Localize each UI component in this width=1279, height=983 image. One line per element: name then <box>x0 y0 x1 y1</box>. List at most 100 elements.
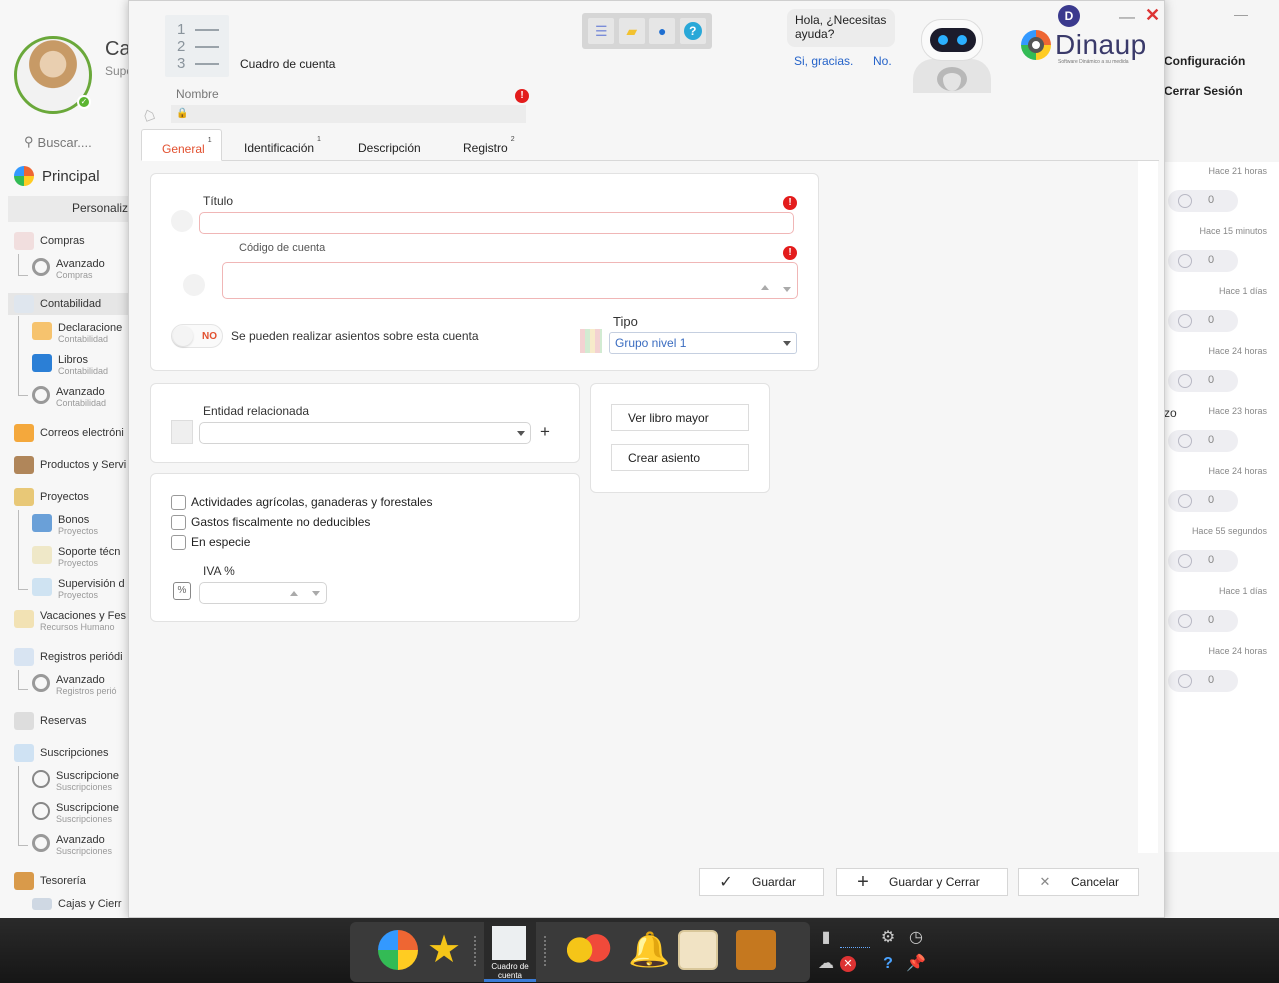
nombre-field[interactable]: 🔒 <box>171 105 526 123</box>
bell-icon[interactable]: 🔔 <box>628 930 670 970</box>
spin-down-icon[interactable] <box>783 287 791 292</box>
sidebar-item-proyectos[interactable]: Proyectos <box>14 488 89 506</box>
sidebar-sub-avanzado-registros[interactable]: Avanzado Registros perió <box>32 674 117 696</box>
sidebar-sub-suscripciones-1[interactable]: Suscripcione Suscripciones <box>32 770 119 792</box>
crear-asiento-button[interactable]: Crear asiento <box>611 444 749 471</box>
spin-up-icon[interactable] <box>290 591 298 596</box>
spin-up-icon[interactable] <box>761 285 769 290</box>
sidebar-item-reservas[interactable]: Reservas <box>14 712 86 730</box>
cerrar-sesion-link[interactable]: Cerrar Sesión <box>1164 84 1243 98</box>
assistant-no-link[interactable]: No. <box>873 54 892 68</box>
logo-text: Dinaup <box>1055 29 1147 60</box>
close-panel-icon[interactable]: — <box>1234 6 1248 22</box>
sidebar-item-suscripciones[interactable]: Suscripciones <box>14 744 108 762</box>
notification-item[interactable]: Hace 55 segundos 0 <box>1164 522 1279 582</box>
notification-item[interactable]: Hace 24 horas 0 <box>1164 642 1279 702</box>
error-icon: ! <box>515 89 529 103</box>
codigo-field[interactable] <box>222 262 798 299</box>
add-entidad-button[interactable]: + <box>540 422 550 442</box>
list-icon[interactable]: ☰ <box>588 18 615 44</box>
configuracion-link[interactable]: Configuración <box>1164 54 1245 68</box>
spin-down-icon[interactable] <box>312 591 320 596</box>
agricolas-checkbox[interactable] <box>171 495 186 510</box>
sidebar-sub-declaraciones[interactable]: Declaracione Contabilidad <box>32 322 122 344</box>
notification-item[interactable]: Hace 23 horas 0 <box>1164 402 1279 462</box>
sidebar-item-vacaciones[interactable]: Vacaciones y Fes Recursos Humano <box>14 610 126 632</box>
assistant-robot-icon[interactable] <box>891 15 1011 93</box>
folder-icon[interactable]: ▰ <box>618 18 645 44</box>
tab-registro[interactable]: Registro2 <box>463 129 533 161</box>
online-status-icon: ✓ <box>77 95 91 109</box>
tab-descripcion[interactable]: Descripción <box>358 129 438 161</box>
notification-item[interactable]: Hace 21 horas 0 <box>1164 162 1279 222</box>
clock-icon[interactable]: ◷ <box>906 928 926 948</box>
notification-item[interactable]: Hace 24 horas 0 <box>1164 342 1279 402</box>
clock-icon <box>1178 314 1192 328</box>
sidebar-search[interactable]: ⚲ Buscar.... <box>24 134 92 150</box>
dinaup-home-icon[interactable] <box>378 930 418 970</box>
chat-icon[interactable]: ● <box>649 18 676 44</box>
sidebar-sub-avanzado-suscripciones[interactable]: Avanzado Suscripciones <box>32 834 112 856</box>
notification-item[interactable]: Hace 1 días 0 <box>1164 582 1279 642</box>
entidad-select[interactable] <box>199 422 531 444</box>
sidebar-sub-suscripciones-2[interactable]: Suscripcione Suscripciones <box>32 802 119 824</box>
guardar-button[interactable]: ✓ Guardar <box>699 868 824 896</box>
notification-counter: 0 <box>1168 610 1238 632</box>
notification-item[interactable]: Hace 15 minutos 0 <box>1164 222 1279 282</box>
help-icon[interactable]: ? <box>679 18 706 44</box>
notification-item[interactable]: Hace 24 horas 0 <box>1164 462 1279 522</box>
codigo-auto-icon[interactable] <box>183 274 205 296</box>
cloud-icon[interactable]: ☁ <box>816 954 836 974</box>
gear-icon[interactable]: ⚙ <box>878 928 898 948</box>
favorites-star-icon[interactable]: ★ <box>424 930 464 970</box>
pin-icon[interactable]: 📌 <box>906 954 926 974</box>
assistant-yes-link[interactable]: Si, gracias. <box>794 54 853 68</box>
sidebar-sub-bonos[interactable]: Bonos Proyectos <box>32 514 98 536</box>
sidebar-item-correos[interactable]: Correos electróni <box>14 424 124 442</box>
scrollbar[interactable] <box>1138 161 1158 853</box>
tab-general[interactable]: General1 <box>141 129 222 161</box>
sync-error-icon[interactable]: ✕ <box>840 956 856 972</box>
help-icon[interactable]: ? <box>878 954 898 974</box>
sidebar-personaliza[interactable]: Personaliz <box>8 196 128 222</box>
chat-bubbles-icon[interactable] <box>560 930 616 970</box>
notification-counter: 0 <box>1168 550 1238 572</box>
sidebar-item-tesoreria[interactable]: Tesorería <box>14 872 86 890</box>
sidebar-item-registros[interactable]: Registros periódi <box>14 648 123 666</box>
asientos-toggle[interactable]: NO <box>171 324 223 348</box>
gastos-checkbox[interactable] <box>171 515 186 530</box>
taskbar-active-window[interactable]: Cuadro de cuenta <box>484 922 536 982</box>
sidebar-principal[interactable]: Principal <box>14 166 100 186</box>
notification-item[interactable]: Hace 1 días 0 <box>1164 282 1279 342</box>
especie-checkbox[interactable] <box>171 535 186 550</box>
sidebar-sub-supervision[interactable]: Supervisión d Proyectos <box>32 578 125 600</box>
sidebar-sub-libros[interactable]: Libros Contabilidad <box>32 354 108 376</box>
cancelar-button[interactable]: ✕ Cancelar <box>1018 868 1139 896</box>
guardar-cerrar-button[interactable]: + Guardar y Cerrar <box>836 868 1008 896</box>
sidebar-sub-soporte[interactable]: Soporte técn Proyectos <box>32 546 120 568</box>
avatar[interactable]: ✓ <box>14 36 92 114</box>
titulo-field[interactable] <box>199 212 794 234</box>
sidebar-item-compras[interactable]: Compras <box>14 232 85 250</box>
wallet-icon[interactable] <box>736 930 776 970</box>
sidebar-sub-avanzado-contabilidad[interactable]: Avanzado Contabilidad <box>32 386 106 408</box>
tab-label: Descripción <box>358 141 421 155</box>
notification-time: Hace 15 minutos <box>1199 226 1267 236</box>
sidebar-item-label: Suscripcione <box>56 802 119 814</box>
sidebar-sub-cajas[interactable]: Cajas y Cierr <box>32 898 122 910</box>
notes-icon[interactable] <box>678 930 718 970</box>
sidebar-item-productos[interactable]: Productos y Servi <box>14 456 126 474</box>
user-badge[interactable]: D <box>1058 5 1080 27</box>
close-button[interactable]: ✕ <box>1145 5 1160 26</box>
tipo-select[interactable]: Grupo nivel 1 <box>609 332 797 354</box>
network-icon[interactable]: ▮ <box>816 928 836 948</box>
sidebar-item-contabilidad[interactable]: Contabilidad <box>8 293 128 315</box>
search-input[interactable]: Buscar.... <box>38 135 92 150</box>
dialog-tabs: General1 Identificación1 Descripción Reg… <box>141 129 1159 161</box>
support-icon <box>32 546 52 564</box>
iva-field[interactable] <box>199 582 327 604</box>
ver-libro-mayor-button[interactable]: Ver libro mayor <box>611 404 749 431</box>
tab-identificacion[interactable]: Identificación1 <box>244 129 340 161</box>
minimize-button[interactable]: — <box>1119 9 1135 27</box>
sidebar-sub-avanzado-compras[interactable]: Avanzado Compras <box>32 258 105 280</box>
